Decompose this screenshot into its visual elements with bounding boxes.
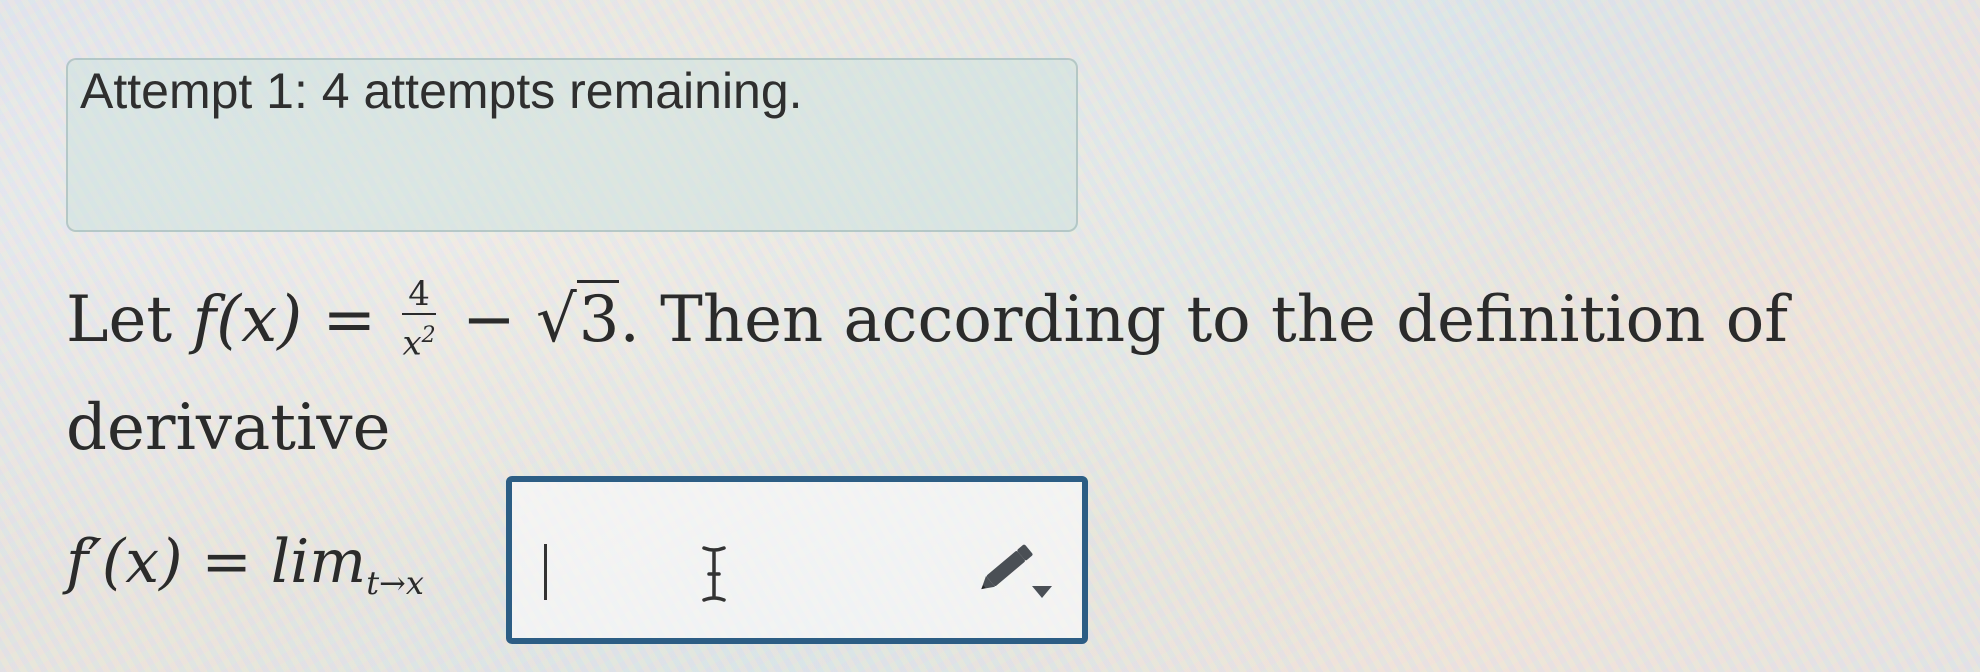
equals-sign: =: [322, 283, 377, 357]
question-rest: . Then according to the definition of: [619, 283, 1788, 357]
answer-input[interactable]: [506, 476, 1088, 644]
fraction-numerator: 4: [402, 277, 436, 315]
attempt-status-text: Attempt 1: 4 attempts remaining.: [80, 63, 803, 119]
limit-subscript: t→x: [366, 564, 424, 602]
fraction: 4 x2: [402, 277, 436, 360]
text-caret: [544, 544, 547, 600]
square-root: √3: [536, 280, 620, 360]
radical-value: 3: [576, 280, 620, 357]
question-line-2: derivative: [66, 391, 391, 465]
fraction-denominator-exponent: 2: [421, 322, 436, 348]
derivative-lhs: f′(x) = lim: [66, 527, 367, 597]
fraction-denominator-base: x: [402, 323, 422, 364]
derivative-expression: f′(x) = limt→x: [66, 522, 424, 611]
minus-sign: −: [462, 283, 516, 357]
pencil-dropdown-icon[interactable]: [972, 534, 1062, 604]
function-name: f(x): [192, 283, 303, 357]
radical-symbol: √: [535, 283, 577, 357]
ibeam-cursor-icon: [702, 546, 726, 602]
fraction-denominator: x2: [402, 315, 435, 360]
question-let: Let: [66, 283, 173, 357]
question-line-1: Let f(x) = 4 x2 − √3. Then according to …: [66, 277, 1788, 366]
